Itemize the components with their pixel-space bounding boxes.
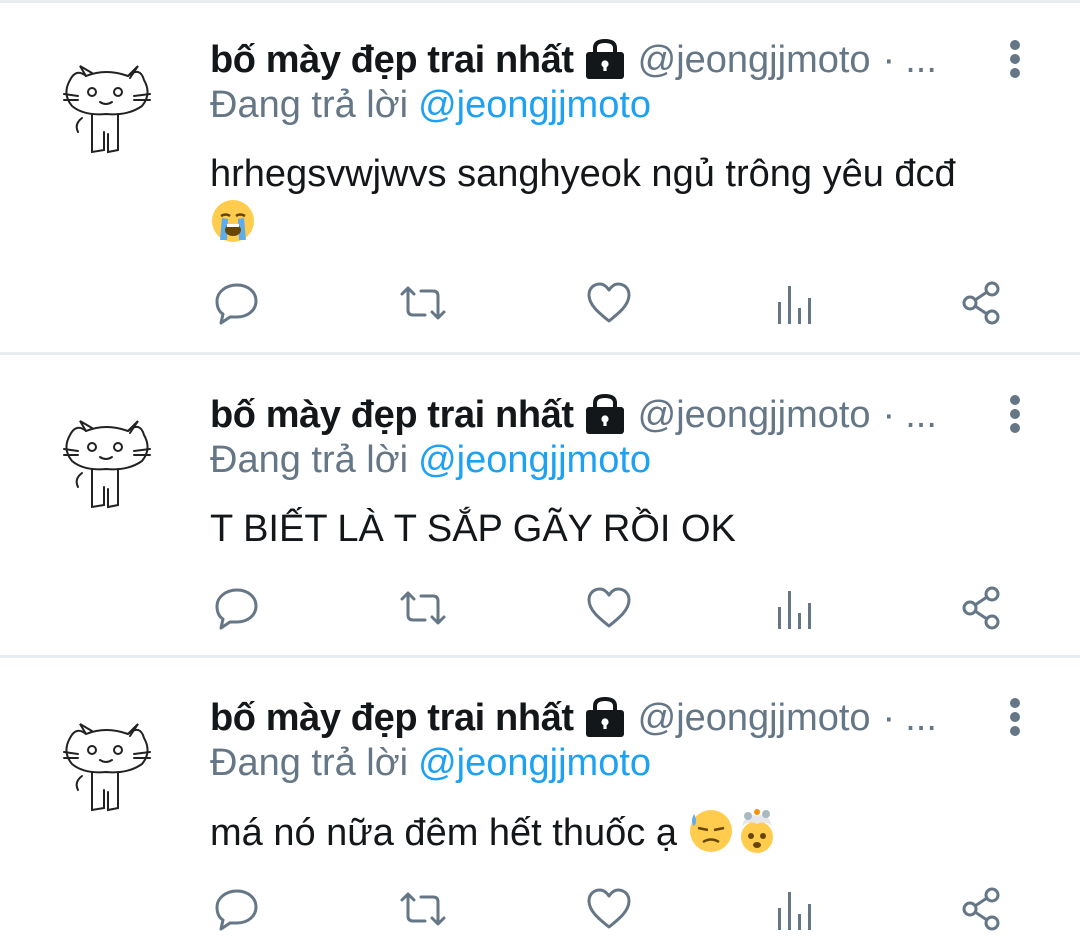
reply-icon[interactable]: [212, 583, 262, 633]
author-handle[interactable]: @jeongjjmoto: [638, 697, 871, 740]
retweet-icon[interactable]: [398, 583, 448, 633]
tweet-text: má nó nữa đêm hết thuốc ạ: [210, 808, 1050, 857]
tweet-header: bố mày đẹp trai nhất @jeongjjmoto · ...: [210, 694, 937, 742]
tweet-1[interactable]: bố mày đẹp trai nhất @jeongjjmoto · ... …: [0, 0, 1080, 352]
timestamp-ellipsis: ...: [905, 696, 937, 739]
separator-dot: ·: [882, 38, 896, 81]
reply-to-handle[interactable]: @jeongjjmoto: [418, 84, 651, 126]
retweet-icon[interactable]: [398, 278, 448, 328]
retweet-icon[interactable]: [398, 884, 448, 934]
more-vertical-icon[interactable]: [1000, 38, 1030, 80]
avatar[interactable]: [56, 718, 156, 818]
more-vertical-icon[interactable]: [1000, 696, 1030, 738]
lock-icon: [584, 696, 626, 739]
author-handle[interactable]: @jeongjjmoto: [638, 394, 871, 437]
reply-icon[interactable]: [212, 278, 262, 328]
tweet-actions: [0, 278, 1080, 338]
tweet-text-content: T BIẾT LÀ T SẮP GÃY RỒI OK: [210, 508, 736, 550]
heart-icon[interactable]: [584, 884, 634, 934]
share-icon[interactable]: [956, 583, 1006, 633]
tweet-feed: bố mày đẹp trai nhất @jeongjjmoto · ... …: [0, 0, 1080, 944]
loudly-crying-face-emoji: [210, 198, 256, 244]
timestamp-ellipsis: ...: [905, 38, 937, 81]
separator-dot: ·: [882, 393, 896, 436]
exploding-head-emoji: [734, 808, 780, 854]
lock-icon: [584, 38, 626, 81]
lock-icon: [584, 393, 626, 436]
share-icon[interactable]: [956, 884, 1006, 934]
reply-prefix: Đang trả lời: [210, 742, 409, 784]
avatar[interactable]: [56, 60, 156, 160]
analytics-icon[interactable]: [770, 583, 820, 633]
downcast-sweat-face-emoji: [688, 808, 734, 854]
tweet-text: hrhegsvwjwvs sanghyeok ngủ trông yêu đcđ: [210, 150, 1050, 247]
tweet-header: bố mày đẹp trai nhất @jeongjjmoto · ...: [210, 36, 937, 84]
tweet-2[interactable]: bố mày đẹp trai nhất @jeongjjmoto · ... …: [0, 355, 1080, 655]
reply-context: Đang trả lời @jeongjjmoto: [210, 84, 651, 127]
avatar[interactable]: [56, 415, 156, 515]
analytics-icon[interactable]: [770, 884, 820, 934]
author-handle[interactable]: @jeongjjmoto: [638, 39, 871, 82]
tweet-3[interactable]: bố mày đẹp trai nhất @jeongjjmoto · ... …: [0, 658, 1080, 944]
heart-icon[interactable]: [584, 278, 634, 328]
author-name[interactable]: bố mày đẹp trai nhất: [210, 39, 574, 82]
reply-icon[interactable]: [212, 884, 262, 934]
tweet-actions: [0, 884, 1080, 944]
tweet-text-content: hrhegsvwjwvs sanghyeok ngủ trông yêu đcđ: [210, 153, 956, 195]
tweet-text: T BIẾT LÀ T SẮP GÃY RỒI OK: [210, 505, 1050, 553]
tweet-text-content: má nó nữa đêm hết thuốc ạ: [210, 812, 677, 854]
reply-prefix: Đang trả lời: [210, 439, 409, 481]
author-name[interactable]: bố mày đẹp trai nhất: [210, 394, 574, 437]
reply-prefix: Đang trả lời: [210, 84, 409, 126]
reply-context: Đang trả lời @jeongjjmoto: [210, 439, 651, 482]
timestamp-ellipsis: ...: [905, 393, 937, 436]
tweet-actions: [0, 583, 1080, 643]
separator-dot: ·: [882, 696, 896, 739]
analytics-icon[interactable]: [770, 278, 820, 328]
heart-icon[interactable]: [584, 583, 634, 633]
share-icon[interactable]: [956, 278, 1006, 328]
tweet-header: bố mày đẹp trai nhất @jeongjjmoto · ...: [210, 391, 937, 439]
reply-to-handle[interactable]: @jeongjjmoto: [418, 439, 651, 481]
more-vertical-icon[interactable]: [1000, 393, 1030, 435]
reply-to-handle[interactable]: @jeongjjmoto: [418, 742, 651, 784]
reply-context: Đang trả lời @jeongjjmoto: [210, 742, 651, 785]
author-name[interactable]: bố mày đẹp trai nhất: [210, 697, 574, 740]
